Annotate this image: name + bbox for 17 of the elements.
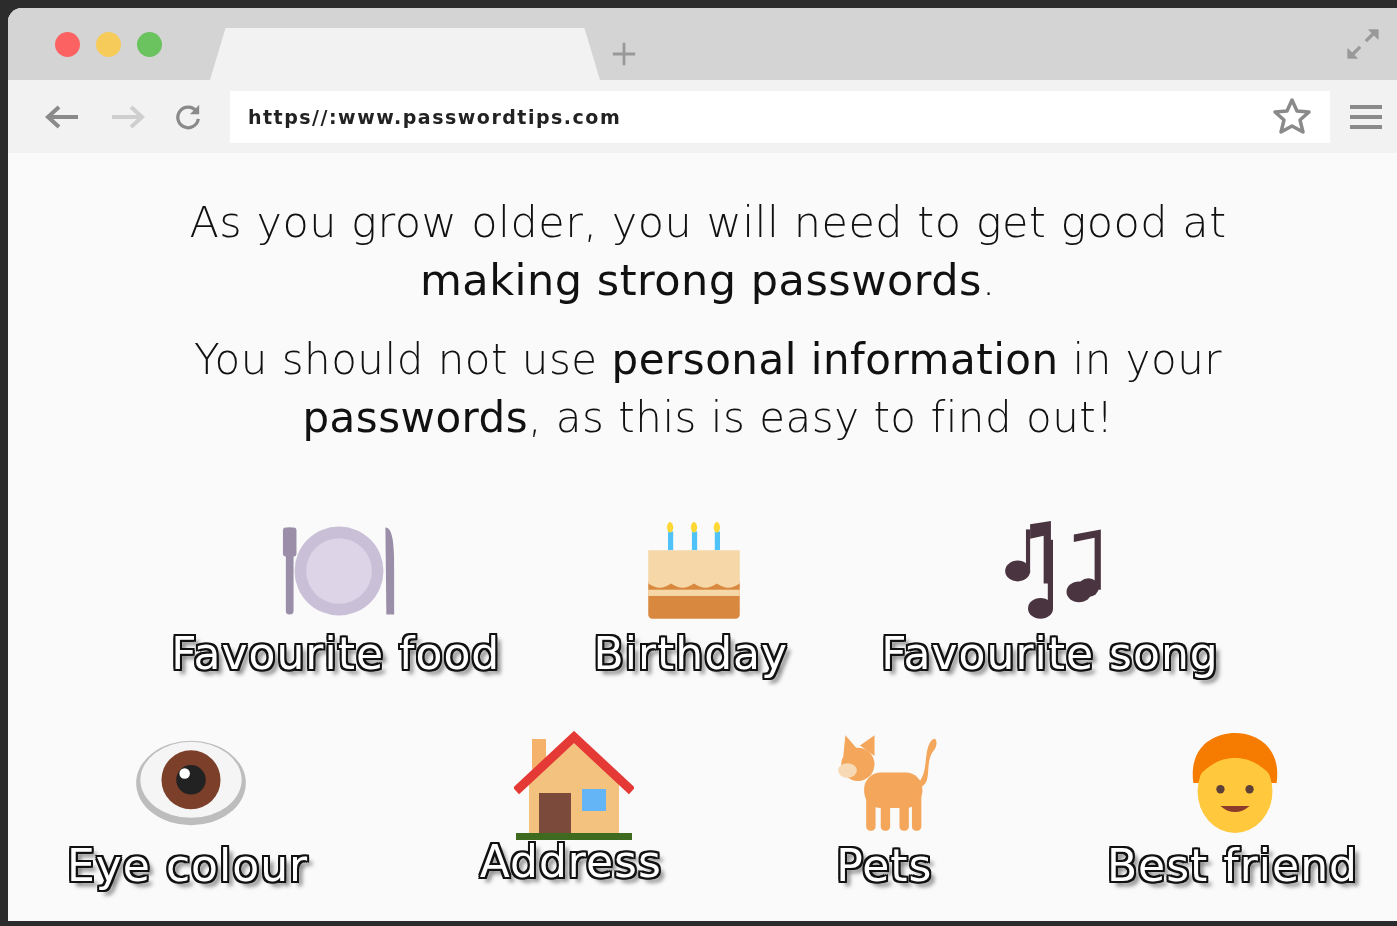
intro-paragraph: You should not use personal information in your passwords, as this is easy to find out! [192, 334, 1224, 444]
zoom-button[interactable] [137, 32, 162, 57]
house-icon [513, 730, 634, 841]
topic-label: Address [475, 830, 672, 899]
expand-icon[interactable] [1346, 27, 1380, 61]
topic-label: Birthday [589, 623, 799, 691]
minimize-button[interactable] [96, 32, 121, 57]
topic-label: Favourite song [877, 623, 1229, 691]
address-bar[interactable]: https//:www.passwordtips.com [230, 90, 1330, 143]
topic-label: Favourite food [170, 627, 503, 681]
topic-label: Pets [832, 834, 943, 903]
new-tab-icon[interactable] [611, 41, 637, 67]
topic-label: Eye colour [63, 834, 319, 903]
bookmark-star-icon[interactable] [1272, 96, 1312, 137]
topic-label: Best friend [1105, 838, 1361, 893]
intro-paragraph: As you grow older, you will need to get good at making strong passwords. [188, 196, 1228, 307]
close-button[interactable] [55, 32, 80, 57]
